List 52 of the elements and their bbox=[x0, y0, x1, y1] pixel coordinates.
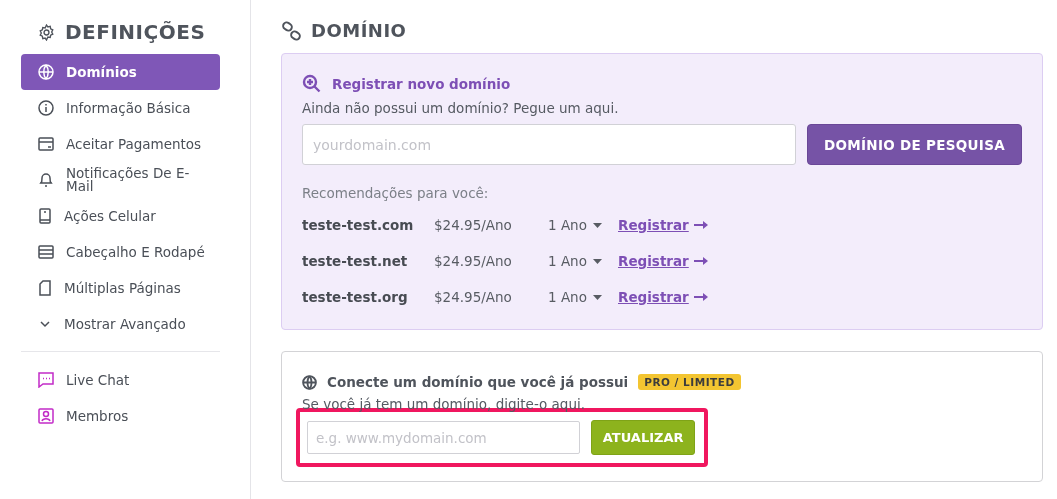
domain-search-field[interactable]: yourdomain.com bbox=[302, 124, 796, 165]
page-icon bbox=[38, 280, 52, 296]
domain-name: teste-test.com bbox=[302, 217, 415, 233]
term-dropdown[interactable]: 1 Ano bbox=[548, 253, 618, 269]
sidebar-item[interactable]: Notificações De E-Mail bbox=[21, 162, 220, 198]
sidebar-item[interactable]: Aceitar Pagamentos bbox=[21, 126, 220, 162]
caret-icon bbox=[592, 258, 602, 264]
sidebar-item[interactable]: Mostrar Avançado bbox=[21, 306, 220, 342]
caret-icon bbox=[592, 294, 602, 300]
register-title: Registrar novo domínio bbox=[332, 76, 511, 92]
domain-price: $24.95/Ano bbox=[434, 253, 513, 269]
domain-price: $24.95/Ano bbox=[434, 217, 513, 233]
settings-icon bbox=[38, 23, 55, 41]
register-link[interactable]: Registrar bbox=[618, 289, 708, 305]
caret-icon bbox=[592, 222, 602, 228]
domain-name: teste-test.org bbox=[302, 289, 409, 305]
member-icon bbox=[38, 408, 54, 424]
chat-icon bbox=[38, 372, 54, 388]
sidebar-item[interactable]: Cabeçalho E Rodapé bbox=[21, 234, 220, 270]
domain-input-field[interactable]: e.g. www.mydomain.com bbox=[307, 421, 581, 454]
connect-title: Conecte um domínio que você já possui bbox=[327, 374, 629, 390]
term-dropdown[interactable]: 1 Ano bbox=[548, 289, 618, 305]
zoom-in-icon bbox=[302, 74, 322, 94]
globe-icon bbox=[38, 64, 54, 80]
sidebar-item[interactable]: Membros bbox=[21, 398, 220, 434]
page-title: DOMÍNIO bbox=[311, 20, 407, 41]
term-dropdown[interactable]: 1 Ano bbox=[548, 217, 618, 233]
sidebar-item[interactable]: Múltiplas Páginas bbox=[21, 270, 220, 306]
sidebar-item[interactable]: Live Chat bbox=[21, 362, 220, 398]
register-subtitle: Ainda não possui um domínio? Pegue um aqui. bbox=[302, 100, 620, 116]
card-icon bbox=[38, 137, 54, 151]
layout-icon bbox=[38, 245, 54, 259]
register-link[interactable]: Registrar bbox=[618, 217, 708, 233]
arrow-right-icon bbox=[693, 257, 708, 265]
globe-icon bbox=[302, 374, 317, 390]
plan-badge: PRO / LIMITED bbox=[638, 374, 741, 390]
sidebar-item[interactable]: Ações Celular bbox=[21, 198, 220, 234]
info-icon bbox=[38, 100, 54, 116]
register-link[interactable]: Registrar bbox=[618, 253, 708, 269]
arrow-right-icon bbox=[693, 293, 708, 301]
bell-icon bbox=[38, 172, 54, 188]
phone-icon bbox=[38, 208, 52, 224]
domain-price: $24.95/Ano bbox=[434, 289, 513, 305]
recommendations-label: Recomendações para você: bbox=[302, 185, 490, 201]
sidebar-item[interactable]: Domínios bbox=[21, 54, 220, 90]
link-icon bbox=[281, 20, 303, 41]
sidebar-item[interactable]: Informação Básica bbox=[21, 90, 220, 126]
arrow-right-icon bbox=[693, 221, 708, 229]
search-domain-button[interactable]: DOMÍNIO DE PESQUISA bbox=[807, 124, 1022, 165]
domain-name: teste-test.net bbox=[302, 253, 409, 269]
connect-subtitle: Se você já tem um domínio, digite-o aqui. bbox=[302, 396, 587, 412]
sidebar-title: DEFINIÇÕES bbox=[65, 20, 206, 44]
